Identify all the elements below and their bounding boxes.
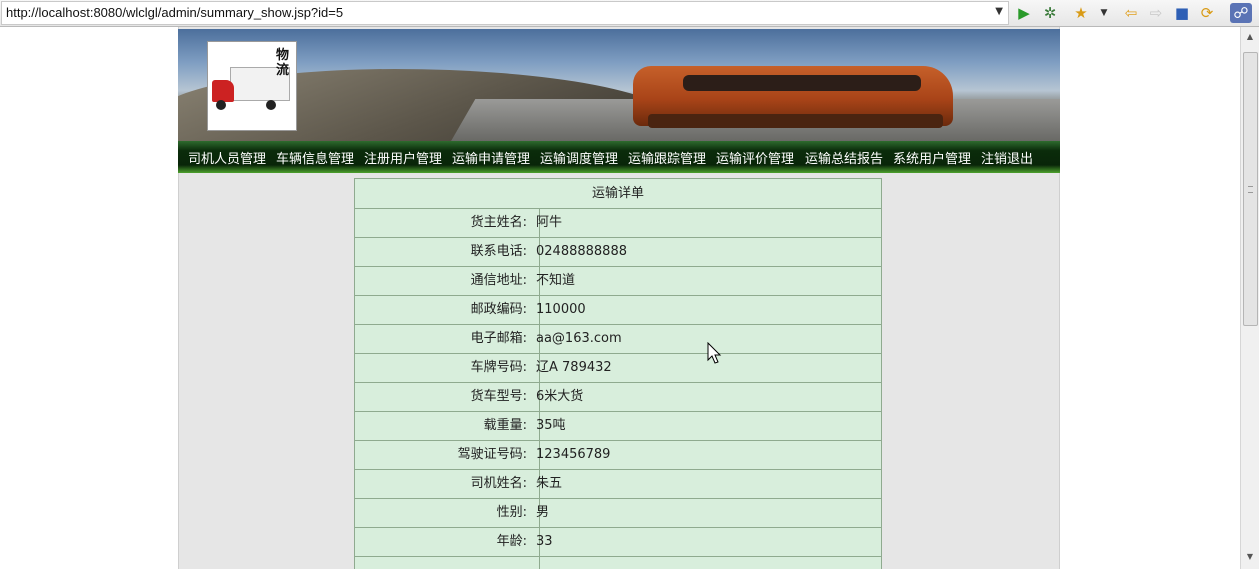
row-value: 6米大货	[536, 389, 584, 404]
table-row: 通信地址: 不知道	[355, 267, 881, 296]
debug-icon[interactable]: ✲	[1040, 3, 1060, 23]
row-label: 电子邮箱:	[355, 325, 540, 353]
table-row: 电子邮箱: aa@163.com	[355, 325, 881, 354]
scroll-up-icon[interactable]: ▲	[1241, 29, 1259, 45]
table-row: 年龄: 33	[355, 528, 881, 557]
row-label: 驾驶证号码:	[355, 441, 540, 469]
browser-viewport: 物流 司机人员管理 车辆信息管理 注册用户管理 运输申请管理 运输调度管理 运输…	[0, 27, 1240, 569]
logo-truck-cab	[212, 80, 234, 102]
favorites-dropdown-icon[interactable]: ▼	[1094, 3, 1114, 23]
page-container: 物流 司机人员管理 车辆信息管理 注册用户管理 运输申请管理 运输调度管理 运输…	[178, 27, 1060, 569]
transport-detail-table: 运输详单 货主姓名: 阿牛 联系电话: 02488888888 通信地址: 不知…	[354, 178, 882, 569]
table-row-partial	[355, 557, 881, 569]
table-row: 载重量: 35吨	[355, 412, 881, 441]
site-logo: 物流	[207, 41, 297, 131]
row-value: 123456789	[536, 447, 611, 462]
table-row: 货主姓名: 阿牛	[355, 209, 881, 238]
nav-driver-management[interactable]: 司机人员管理	[188, 148, 266, 167]
row-label: 货车型号:	[355, 383, 540, 411]
table-row: 联系电话: 02488888888	[355, 238, 881, 267]
nav-vehicle-management[interactable]: 车辆信息管理	[276, 148, 354, 167]
banner-truck-window	[683, 75, 921, 91]
row-label: 通信地址:	[355, 267, 540, 295]
eclipse-icon[interactable]: ☍	[1230, 3, 1252, 23]
scrollbar-thumb[interactable]	[1243, 52, 1258, 326]
row-value: 朱五	[536, 476, 563, 491]
table-row: 车牌号码: 辽A 789432	[355, 354, 881, 383]
row-label: 性别:	[355, 499, 540, 527]
refresh-icon[interactable]: ⟳	[1197, 3, 1217, 23]
table-row: 邮政编码: 110000	[355, 296, 881, 325]
row-value: 男	[536, 505, 550, 520]
row-label: 车牌号码:	[355, 354, 540, 382]
header-banner: 物流	[178, 29, 1060, 141]
address-bar-url[interactable]: http://localhost:8080/wlclgl/admin/summa…	[6, 5, 343, 20]
row-label	[355, 557, 540, 569]
mouse-cursor-icon	[707, 342, 722, 364]
row-value: 35吨	[536, 418, 566, 433]
row-label: 年龄:	[355, 528, 540, 556]
row-value: 辽A 789432	[536, 360, 612, 375]
run-icon[interactable]: ▶	[1014, 3, 1034, 23]
back-icon[interactable]: ⇦	[1121, 3, 1141, 23]
row-value: 不知道	[536, 273, 576, 288]
dropdown-arrow-icon[interactable]: ▼	[995, 6, 1003, 17]
logo-text: 物流	[276, 48, 290, 78]
nav-system-user-management[interactable]: 系统用户管理	[893, 148, 971, 167]
table-row: 驾驶证号码: 123456789	[355, 441, 881, 470]
row-label: 邮政编码:	[355, 296, 540, 324]
browser-toolbar: http://localhost:8080/wlclgl/admin/summa…	[0, 0, 1259, 27]
row-label: 载重量:	[355, 412, 540, 440]
scroll-down-icon[interactable]: ▼	[1241, 549, 1259, 565]
table-row: 货车型号: 6米大货	[355, 383, 881, 412]
nav-summary-report[interactable]: 运输总结报告	[805, 148, 883, 167]
vertical-scrollbar[interactable]: ▲ ▼	[1240, 27, 1259, 569]
row-value: 阿牛	[536, 215, 563, 230]
table-row: 性别: 男	[355, 499, 881, 528]
row-label: 联系电话:	[355, 238, 540, 266]
row-label: 货主姓名:	[355, 209, 540, 237]
row-value: 33	[536, 534, 553, 549]
nav-dispatch-management[interactable]: 运输调度管理	[540, 148, 618, 167]
banner-truck-bumper	[648, 114, 943, 128]
nav-tracking-management[interactable]: 运输跟踪管理	[628, 148, 706, 167]
favorites-icon[interactable]: ★	[1071, 3, 1091, 23]
nav-evaluation-management[interactable]: 运输评价管理	[716, 148, 794, 167]
row-value: 02488888888	[536, 244, 627, 259]
scrollbar-grip-icon	[1248, 186, 1253, 193]
logo-wheel	[266, 100, 276, 110]
nav-registered-user-management[interactable]: 注册用户管理	[364, 148, 442, 167]
address-bar[interactable]: http://localhost:8080/wlclgl/admin/summa…	[1, 1, 1009, 25]
stop-icon[interactable]: ■	[1172, 3, 1192, 23]
nav-logout[interactable]: 注销退出	[981, 148, 1033, 167]
forward-icon[interactable]: ⇨	[1146, 3, 1166, 23]
table-caption: 运输详单	[355, 179, 881, 209]
table-row: 司机姓名: 朱五	[355, 470, 881, 499]
row-value: 110000	[536, 302, 586, 317]
nav-transport-request-management[interactable]: 运输申请管理	[452, 148, 530, 167]
row-label: 司机姓名:	[355, 470, 540, 498]
logo-wheel	[216, 100, 226, 110]
row-value: aa@163.com	[536, 331, 622, 346]
main-nav: 司机人员管理 车辆信息管理 注册用户管理 运输申请管理 运输调度管理 运输跟踪管…	[178, 141, 1060, 173]
